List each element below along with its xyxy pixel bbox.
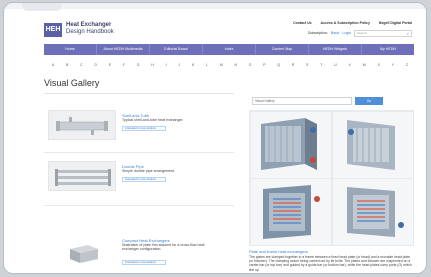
alpha-w[interactable]: W bbox=[363, 63, 366, 67]
gallery-thumbnail[interactable] bbox=[48, 161, 116, 191]
alpha-g[interactable]: G bbox=[137, 63, 140, 67]
viewer-panel-top-left bbox=[251, 112, 331, 178]
alpha-p[interactable]: P bbox=[263, 63, 265, 67]
animated-window-button[interactable]: Animated in new window bbox=[122, 126, 166, 131]
gallery-item-description: Simple double pipe arrangement. bbox=[122, 169, 175, 173]
nav-home[interactable]: Home bbox=[44, 44, 97, 55]
plate-exchanger-image bbox=[261, 118, 317, 170]
site-subtitle: Design Handbook bbox=[66, 29, 114, 35]
alpha-d[interactable]: D bbox=[95, 63, 97, 67]
plate-frame-viewer[interactable] bbox=[249, 110, 414, 246]
viewer-panel-bottom-right bbox=[333, 179, 413, 245]
main-nav: Home About HEDH Multimedia Editorial Boa… bbox=[44, 44, 414, 55]
animated-window-button[interactable]: Animated in new window bbox=[122, 177, 166, 182]
alpha-v[interactable]: V bbox=[348, 63, 350, 67]
gallery-thumbnail[interactable] bbox=[48, 110, 116, 140]
alpha-l[interactable]: L bbox=[206, 63, 208, 67]
title-divider bbox=[44, 93, 234, 94]
alpha-a[interactable]: A bbox=[52, 63, 54, 67]
access-policy-link[interactable]: Access & Subscription Policy bbox=[321, 21, 370, 25]
viewer-caption-title: Plate and frame heat exchangers bbox=[249, 249, 308, 254]
double-pipe-image bbox=[55, 169, 111, 186]
alpha-k[interactable]: K bbox=[192, 63, 194, 67]
alpha-o[interactable]: O bbox=[249, 63, 252, 67]
viewer-panel-bottom-left bbox=[251, 179, 331, 245]
alpha-r[interactable]: R bbox=[292, 63, 294, 67]
animated-window-button[interactable]: Animated in new window bbox=[122, 260, 166, 265]
plate-exchanger-image bbox=[347, 187, 404, 237]
shell-tube-image bbox=[56, 117, 108, 135]
item-divider bbox=[44, 205, 234, 206]
item-divider bbox=[44, 152, 234, 153]
alpha-m[interactable]: M bbox=[220, 63, 223, 67]
gallery-item-compact: Compact Heat Exchangers Illustration of … bbox=[44, 235, 234, 273]
nav-my-hedh[interactable]: My HEDH bbox=[362, 44, 414, 55]
alphabet-index: A B C D E F G H I J K L M N O P Q R S T … bbox=[52, 63, 408, 67]
gallery-search-input[interactable]: Visual Gallery bbox=[252, 97, 352, 105]
nav-index[interactable]: Index bbox=[203, 44, 256, 55]
go-button[interactable]: Go bbox=[355, 97, 383, 105]
alpha-t[interactable]: T bbox=[320, 63, 322, 67]
contact-us-link[interactable]: Contact Us bbox=[293, 21, 311, 25]
frame-tab bbox=[22, 3, 62, 11]
page-content: HEH Heat Exchanger Design Handbook Conta… bbox=[44, 15, 414, 273]
viewer-panel-top-right bbox=[333, 112, 413, 178]
alpha-b[interactable]: B bbox=[66, 63, 68, 67]
gallery-item-double-pipe: Double Pipe Simple double pipe arrangeme… bbox=[44, 161, 234, 211]
alpha-z[interactable]: Z bbox=[406, 63, 408, 67]
search-icon[interactable]: ⌕ bbox=[407, 31, 409, 36]
header-search-placeholder: Search bbox=[357, 30, 367, 35]
browser-frame: HEH Heat Exchanger Design Handbook Conta… bbox=[3, 2, 427, 274]
alpha-s[interactable]: S bbox=[306, 63, 308, 67]
alpha-n[interactable]: N bbox=[234, 63, 236, 67]
top-links: Contact Us Access & Subscription Policy … bbox=[285, 21, 412, 25]
subscription-basic-link[interactable]: Basic bbox=[331, 31, 340, 35]
compact-exchanger-image bbox=[70, 245, 98, 263]
login-link[interactable]: Login bbox=[342, 31, 351, 35]
logo-mark[interactable]: HEH bbox=[44, 23, 62, 37]
alpha-c[interactable]: C bbox=[80, 63, 82, 67]
alpha-i[interactable]: I bbox=[166, 63, 167, 67]
alpha-y[interactable]: Y bbox=[392, 63, 394, 67]
site-title[interactable]: Heat Exchanger bbox=[66, 22, 111, 28]
nav-content-map[interactable]: Content Map bbox=[256, 44, 309, 55]
alpha-j[interactable]: J bbox=[178, 63, 180, 67]
subscription-row: Subscription: Basic Login Search ⌕ bbox=[308, 29, 412, 37]
alpha-f[interactable]: F bbox=[123, 63, 125, 67]
alpha-x[interactable]: X bbox=[378, 63, 380, 67]
header-search-input[interactable]: Search ⌕ bbox=[354, 29, 412, 37]
gallery-item-description: Illustration of plate fins stacked for a… bbox=[122, 243, 205, 252]
alpha-e[interactable]: E bbox=[109, 63, 111, 67]
plate-exchanger-image bbox=[347, 120, 395, 170]
nav-about[interactable]: About HEDH Multimedia bbox=[97, 44, 150, 55]
plate-exchanger-image bbox=[263, 185, 320, 239]
alpha-h[interactable]: H bbox=[151, 63, 153, 67]
alpha-u[interactable]: U bbox=[334, 63, 336, 67]
subscription-label: Subscription: bbox=[307, 31, 328, 35]
page-title: Visual Gallery bbox=[44, 78, 100, 88]
viewer-caption-text: The plates are clamped together in a fra… bbox=[249, 255, 412, 272]
frame-top-bar bbox=[4, 3, 426, 9]
gallery-item-description: Typical shell-and-tube heat exchanger. bbox=[122, 118, 184, 122]
gallery-thumbnail[interactable] bbox=[48, 235, 116, 265]
nav-editorial-board[interactable]: Editorial Board bbox=[150, 44, 203, 55]
alpha-q[interactable]: Q bbox=[277, 63, 280, 67]
digital-portal-link[interactable]: Begell Digital Portal bbox=[379, 21, 412, 25]
nav-widgets[interactable]: HEDH Widgets bbox=[309, 44, 362, 55]
